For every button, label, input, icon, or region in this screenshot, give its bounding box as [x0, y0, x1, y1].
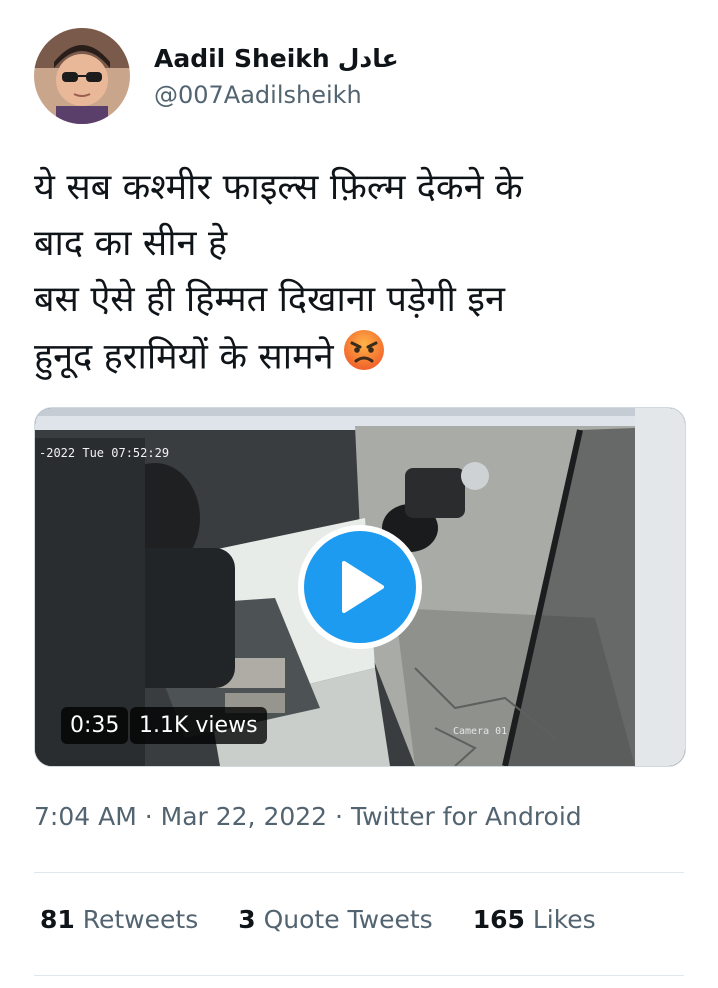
tweet-line: बस ऐसे ही हिम्मत दिखाना पड़ेगी इन [34, 279, 505, 320]
tweet-text: ये सब कश्मीर फाइल्स फ़िल्म देकने के बाद … [34, 160, 684, 389]
tweet-source[interactable]: Twitter for Android [351, 802, 582, 831]
quote-tweets-label: Quote Tweets [263, 905, 433, 934]
angry-face-icon [342, 328, 386, 389]
tweet-date[interactable]: Mar 22, 2022 [161, 802, 327, 831]
tweet-meta: 7:04 AM · Mar 22, 2022 · Twitter for And… [34, 802, 582, 831]
video-duration: 0:35 [61, 707, 129, 744]
meta-separator: · [144, 802, 153, 831]
tweet-header: Aadil Sheikh عادل @007Aadilsheikh [34, 28, 399, 124]
retweets-stat[interactable]: 81 Retweets [40, 905, 198, 934]
quote-tweets-stat[interactable]: 3 Quote Tweets [238, 905, 432, 934]
video-timestamp-overlay: -2022 Tue 07:52:29 [39, 446, 170, 460]
divider [34, 872, 684, 873]
play-button[interactable] [298, 525, 422, 649]
tweet-line: हुनूद हरामियों के सामने [34, 336, 334, 378]
display-name[interactable]: Aadil Sheikh عادل [154, 43, 399, 75]
quote-tweets-count: 3 [238, 905, 256, 934]
display-name-text: Aadil Sheikh [154, 44, 330, 73]
tweet-line-with-emoji: हुनूद हरामियों के सामने [34, 328, 684, 389]
avatar[interactable] [34, 28, 130, 124]
display-name-suffix: عادل [337, 44, 399, 73]
engagement-stats: 81 Retweets 3 Quote Tweets 165 Likes [40, 905, 596, 934]
divider [34, 975, 684, 976]
meta-separator: · [335, 802, 343, 831]
user-handle[interactable]: @007Aadilsheikh [154, 81, 399, 109]
likes-count: 165 [472, 905, 525, 934]
likes-stat[interactable]: 165 Likes [473, 905, 596, 934]
retweets-count: 81 [40, 905, 75, 934]
retweets-label: Retweets [82, 905, 199, 934]
video-player[interactable]: -2022 Tue 07:52:29 Camera 01 0:35 1.1K v… [34, 407, 686, 767]
tweet-time[interactable]: 7:04 AM [34, 802, 137, 831]
likes-label: Likes [532, 905, 596, 934]
video-views: 1.1K views [130, 707, 267, 744]
play-icon [342, 561, 384, 613]
tweet-line: ये सब कश्मीर फाइल्स फ़िल्म देकने के [34, 167, 523, 208]
camera-label-overlay: Camera 01 [453, 726, 508, 737]
tweet-line: बाद का सीन हे [34, 223, 228, 264]
